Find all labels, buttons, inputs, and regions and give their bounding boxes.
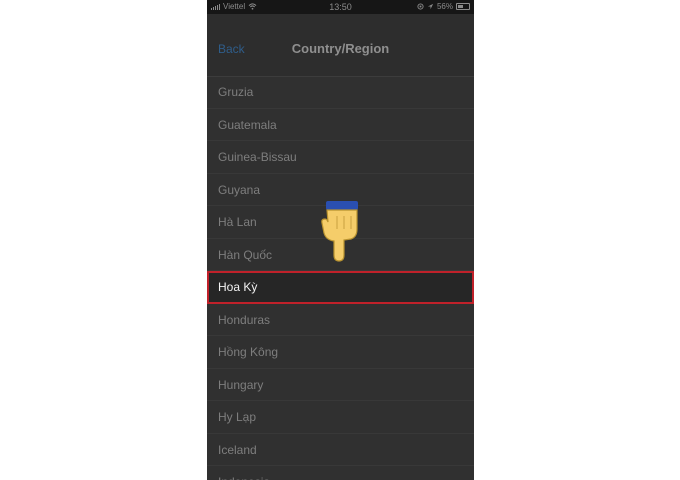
navigation-bar: Back Country/Region <box>207 14 474 77</box>
country-label: Guatemala <box>218 117 277 132</box>
country-row[interactable]: Iceland <box>207 434 474 466</box>
country-row[interactable]: Guinea-Bissau <box>207 141 474 174</box>
page-title: Country/Region <box>291 41 390 56</box>
status-bar: Viettel 13:50 56% <box>207 0 474 14</box>
battery-icon <box>456 3 470 10</box>
country-label: Iceland <box>218 442 257 457</box>
pointing-hand-icon <box>321 201 358 262</box>
country-list: Gruzia Guatemala Guinea-Bissau Guyana Hà Lan… <box>207 76 474 480</box>
country-row[interactable]: Gruzia <box>207 76 474 109</box>
country-row[interactable]: Guatemala <box>207 109 474 141</box>
country-row[interactable]: Honduras <box>207 304 474 336</box>
country-label: Guyana <box>218 182 261 197</box>
country-row[interactable]: Hungary <box>207 369 474 401</box>
country-label: Guinea-Bissau <box>218 150 297 164</box>
country-row[interactable]: Hy Lạp <box>207 401 474 434</box>
country-label: Hoa Kỳ <box>218 280 258 294</box>
country-label: Hy Lạp <box>218 410 257 424</box>
country-row[interactable]: Indonesia <box>207 466 474 480</box>
country-label: Hà Lan <box>218 215 257 229</box>
country-label: Indonesia <box>218 475 270 480</box>
country-row-selected[interactable]: Hoa Kỳ <box>207 271 474 304</box>
country-label: Honduras <box>218 312 271 327</box>
orientation-lock-icon <box>417 3 424 10</box>
country-row[interactable]: Hồng Kông <box>207 336 474 369</box>
country-label: Gruzia <box>218 85 254 99</box>
country-label: Hàn Quốc <box>218 247 273 262</box>
status-right: 56% <box>417 2 470 11</box>
location-icon <box>427 3 434 10</box>
country-label: Hồng Kông <box>218 345 279 359</box>
battery-percent: 56% <box>436 2 453 11</box>
country-label: Hungary <box>218 377 264 392</box>
